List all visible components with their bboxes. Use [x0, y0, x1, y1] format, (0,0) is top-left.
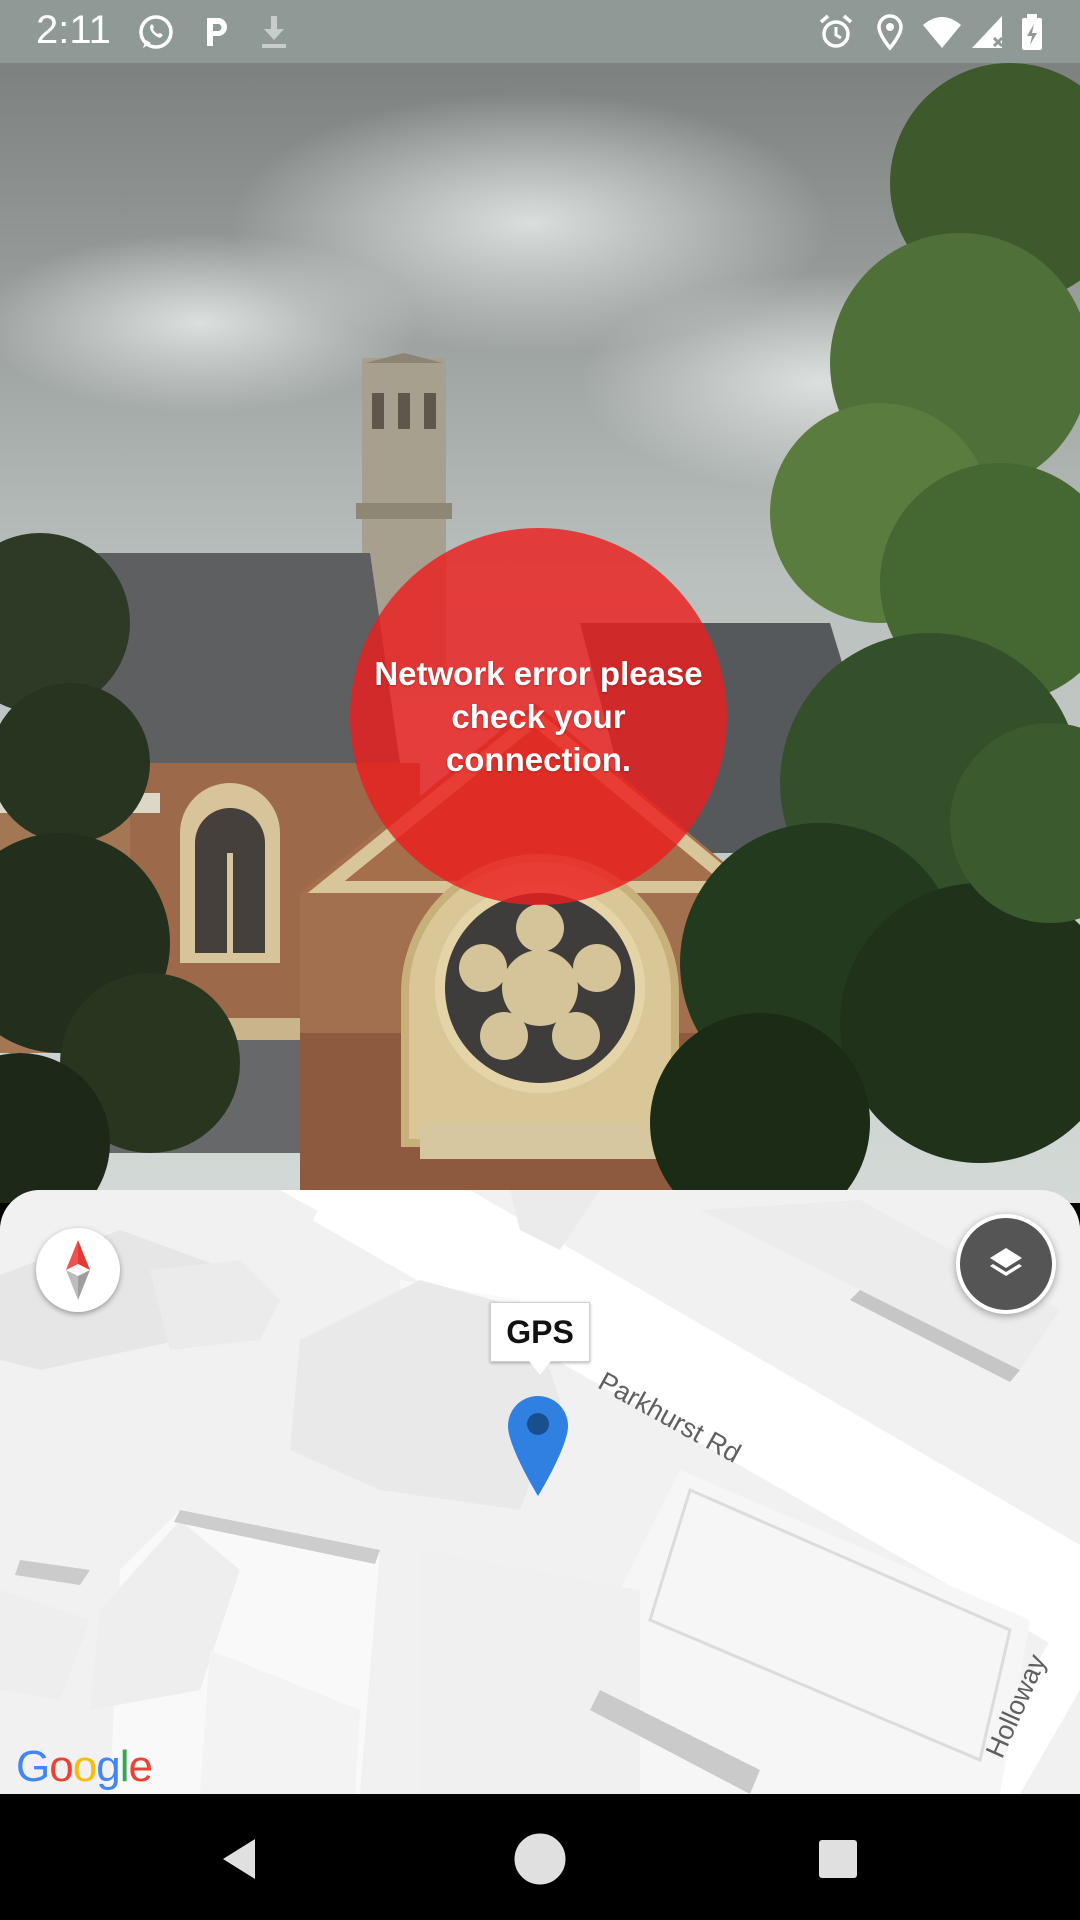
location-icon	[870, 12, 910, 52]
alarm-icon	[816, 12, 856, 52]
battery-icon	[1012, 12, 1052, 52]
signal-icon	[968, 12, 1008, 52]
gps-pin-icon[interactable]	[504, 1392, 572, 1500]
google-logo: Google	[16, 1742, 153, 1791]
download-icon	[254, 12, 294, 52]
network-error-message: Network error please check your connecti…	[374, 655, 703, 778]
layers-icon	[990, 1248, 1022, 1276]
network-error-bubble: Network error please check your connecti…	[350, 528, 727, 905]
recents-button[interactable]	[803, 1824, 873, 1894]
status-bar: 2:11	[0, 0, 1080, 63]
compass-button[interactable]	[36, 1228, 120, 1312]
screen: 2:11 Network error please check your con…	[0, 0, 1080, 1920]
whatsapp-icon	[136, 12, 176, 52]
layers-button[interactable]	[956, 1214, 1056, 1314]
home-icon	[514, 1833, 566, 1885]
navigation-bar	[0, 1794, 1080, 1920]
status-time: 2:11	[36, 8, 111, 52]
wifi-icon	[922, 12, 962, 52]
recents-icon	[819, 1840, 857, 1878]
gps-label[interactable]: GPS	[490, 1302, 590, 1375]
map-panel[interactable]: Parkhurst Rd Holloway GPS Google	[0, 1190, 1080, 1794]
compass-icon	[66, 1240, 90, 1300]
parking-icon	[196, 12, 236, 52]
home-button[interactable]	[505, 1824, 575, 1894]
back-icon	[223, 1839, 255, 1879]
camera-view: Network error please check your connecti…	[0, 63, 1080, 1203]
back-button[interactable]	[205, 1824, 275, 1894]
